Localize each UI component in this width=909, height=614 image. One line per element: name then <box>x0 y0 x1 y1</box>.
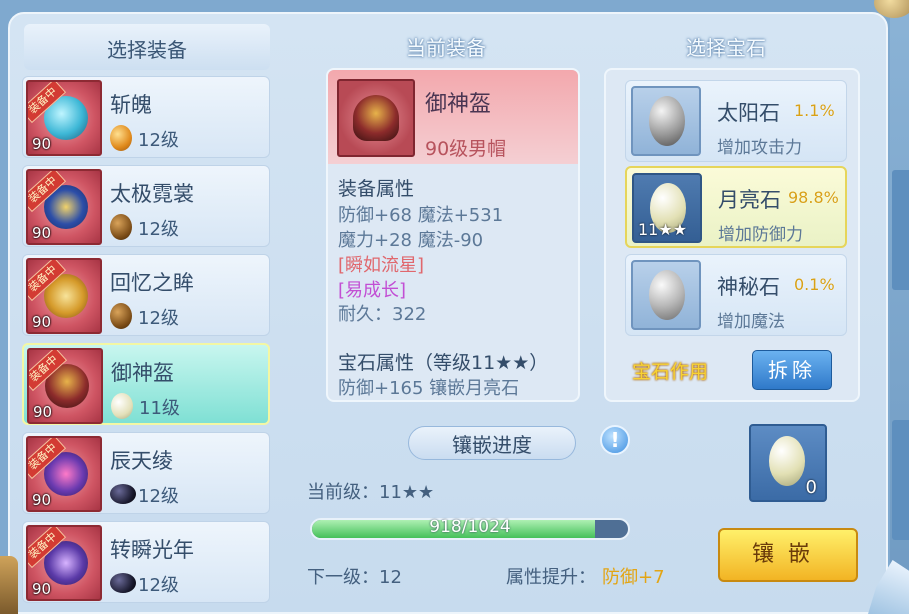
item-name: 转瞬光年 <box>110 538 194 562</box>
item-gem-level: 12级 <box>138 575 179 596</box>
side-tab[interactable] <box>892 170 909 290</box>
mysterystone-icon <box>649 270 685 320</box>
equipment-item[interactable]: 装备中 90 辰天绫 12级 <box>22 432 270 514</box>
info-icon[interactable]: ! <box>600 425 630 455</box>
equip-special-trait: [瞬如流星] <box>338 255 425 276</box>
gem-option-moonstone[interactable]: 11★★ 月亮石 98.8% 增加防御力 <box>625 166 847 248</box>
gem-name: 太阳石 <box>717 101 780 125</box>
gem-option-sunstone[interactable]: 太阳石 1.1% 增加攻击力 <box>625 80 847 162</box>
current-level: 当前级：11★★ <box>307 482 435 503</box>
equipment-thumb: 装备中 90 <box>26 525 102 601</box>
gem-slot-level: 11★★ <box>638 220 688 239</box>
decoration-pillar-icon <box>0 556 18 614</box>
moonstone-icon <box>769 436 805 486</box>
progress-bar-text: 918/1024 <box>429 517 511 537</box>
moonstone-icon <box>111 393 133 419</box>
equipment-item-selected[interactable]: 装备中 90 御神盔 11级 <box>22 343 270 425</box>
gem-slot <box>631 86 701 156</box>
equipment-thumb: 装备中 90 <box>27 348 103 424</box>
item-level: 90 <box>33 403 53 421</box>
equip-durability: 耐久：322 <box>338 304 427 325</box>
gem-percent: 98.8% <box>788 188 839 207</box>
item-gem-level: 12级 <box>138 130 179 151</box>
equipment-thumb: 装备中 90 <box>26 258 102 334</box>
item-name: 斩魄 <box>110 93 152 117</box>
black-gem-icon <box>110 573 136 593</box>
helmet-icon <box>353 95 399 141</box>
equipment-item[interactable]: 装备中 90 转瞬光年 12级 <box>22 521 270 603</box>
stone-count: 0 <box>805 477 817 498</box>
item-level: 90 <box>32 135 52 153</box>
amber-gem-icon <box>110 125 132 151</box>
gem-attr-line: 防御+165 镶嵌月亮石 <box>338 378 520 399</box>
progress-title: 镶嵌进度 <box>452 433 532 457</box>
gem-select-header: 选择宝石 <box>686 36 766 60</box>
item-name: 太极霓裳 <box>110 182 194 206</box>
gem-name: 神秘石 <box>717 275 780 299</box>
equipment-thumb: 装备中 90 <box>26 80 102 156</box>
item-level: 90 <box>32 580 52 598</box>
equip-subtitle: 90级男帽 <box>425 138 507 160</box>
next-level: 下一级：12 <box>307 567 402 588</box>
equipment-item[interactable]: 装备中 90 回忆之眸 12级 <box>22 254 270 336</box>
gem-desc: 增加魔法 <box>717 312 785 332</box>
gem-desc: 增加防御力 <box>718 225 803 245</box>
equip-attr-title: 装备属性 <box>338 178 415 200</box>
equip-attr-line: 防御+68 魔法+531 <box>338 205 504 226</box>
black-gem-icon <box>110 484 136 504</box>
item-level: 90 <box>32 224 52 242</box>
attribute-boost-label: 属性提升： <box>506 567 596 588</box>
gem-slot: 11★★ <box>632 173 702 243</box>
item-level: 90 <box>32 491 52 509</box>
item-name: 御神盔 <box>111 361 174 385</box>
side-tab[interactable] <box>892 420 909 540</box>
current-equip-header: 当前装备 <box>406 36 486 60</box>
selected-stone-slot[interactable]: 0 <box>749 424 827 502</box>
item-gem-level: 12级 <box>138 486 179 507</box>
item-gem-level: 12级 <box>138 219 179 240</box>
gem-attr-title: 宝石属性（等级11★★） <box>338 352 549 374</box>
side-strip <box>890 0 909 614</box>
equipment-item[interactable]: 装备中 90 斩魄 12级 <box>22 76 270 158</box>
attribute-boost-value: 防御+7 <box>602 567 665 588</box>
gem-desc: 增加攻击力 <box>717 138 802 158</box>
item-name: 辰天绫 <box>110 449 173 473</box>
equip-attr-line: 魔力+28 魔法-90 <box>338 230 484 251</box>
gem-percent: 1.1% <box>794 101 835 120</box>
item-gem-level: 12级 <box>138 308 179 329</box>
equip-name: 御神盔 <box>425 92 492 117</box>
equip-thumb <box>337 79 415 157</box>
equipment-thumb: 装备中 90 <box>26 169 102 245</box>
item-gem-level: 11级 <box>139 398 180 419</box>
equip-card-header: 御神盔 90级男帽 <box>328 70 578 164</box>
equipment-thumb: 装备中 90 <box>26 436 102 512</box>
sunstone-icon <box>649 96 685 146</box>
inlay-button[interactable]: 镶嵌 <box>718 528 858 582</box>
brown-gem-icon <box>110 214 132 240</box>
current-equip-card: 御神盔 90级男帽 装备属性 防御+68 魔法+531 魔力+28 魔法-90 … <box>326 68 580 402</box>
gem-name: 月亮石 <box>718 188 781 212</box>
item-name: 回忆之眸 <box>110 271 194 295</box>
item-level: 90 <box>32 313 52 331</box>
left-panel-title: 选择装备 <box>107 38 187 62</box>
gem-option-mysterystone[interactable]: 神秘石 0.1% 增加魔法 <box>625 254 847 336</box>
equip-special-trait: [易成长] <box>338 280 407 301</box>
equipment-item[interactable]: 装备中 90 太极霓裳 12级 <box>22 165 270 247</box>
remove-gem-button[interactable]: 拆除 <box>752 350 832 390</box>
brown-gem-icon <box>110 303 132 329</box>
gem-slot <box>631 260 701 330</box>
gem-effect-link[interactable]: 宝石作用 <box>632 357 708 384</box>
gem-percent: 0.1% <box>794 275 835 294</box>
